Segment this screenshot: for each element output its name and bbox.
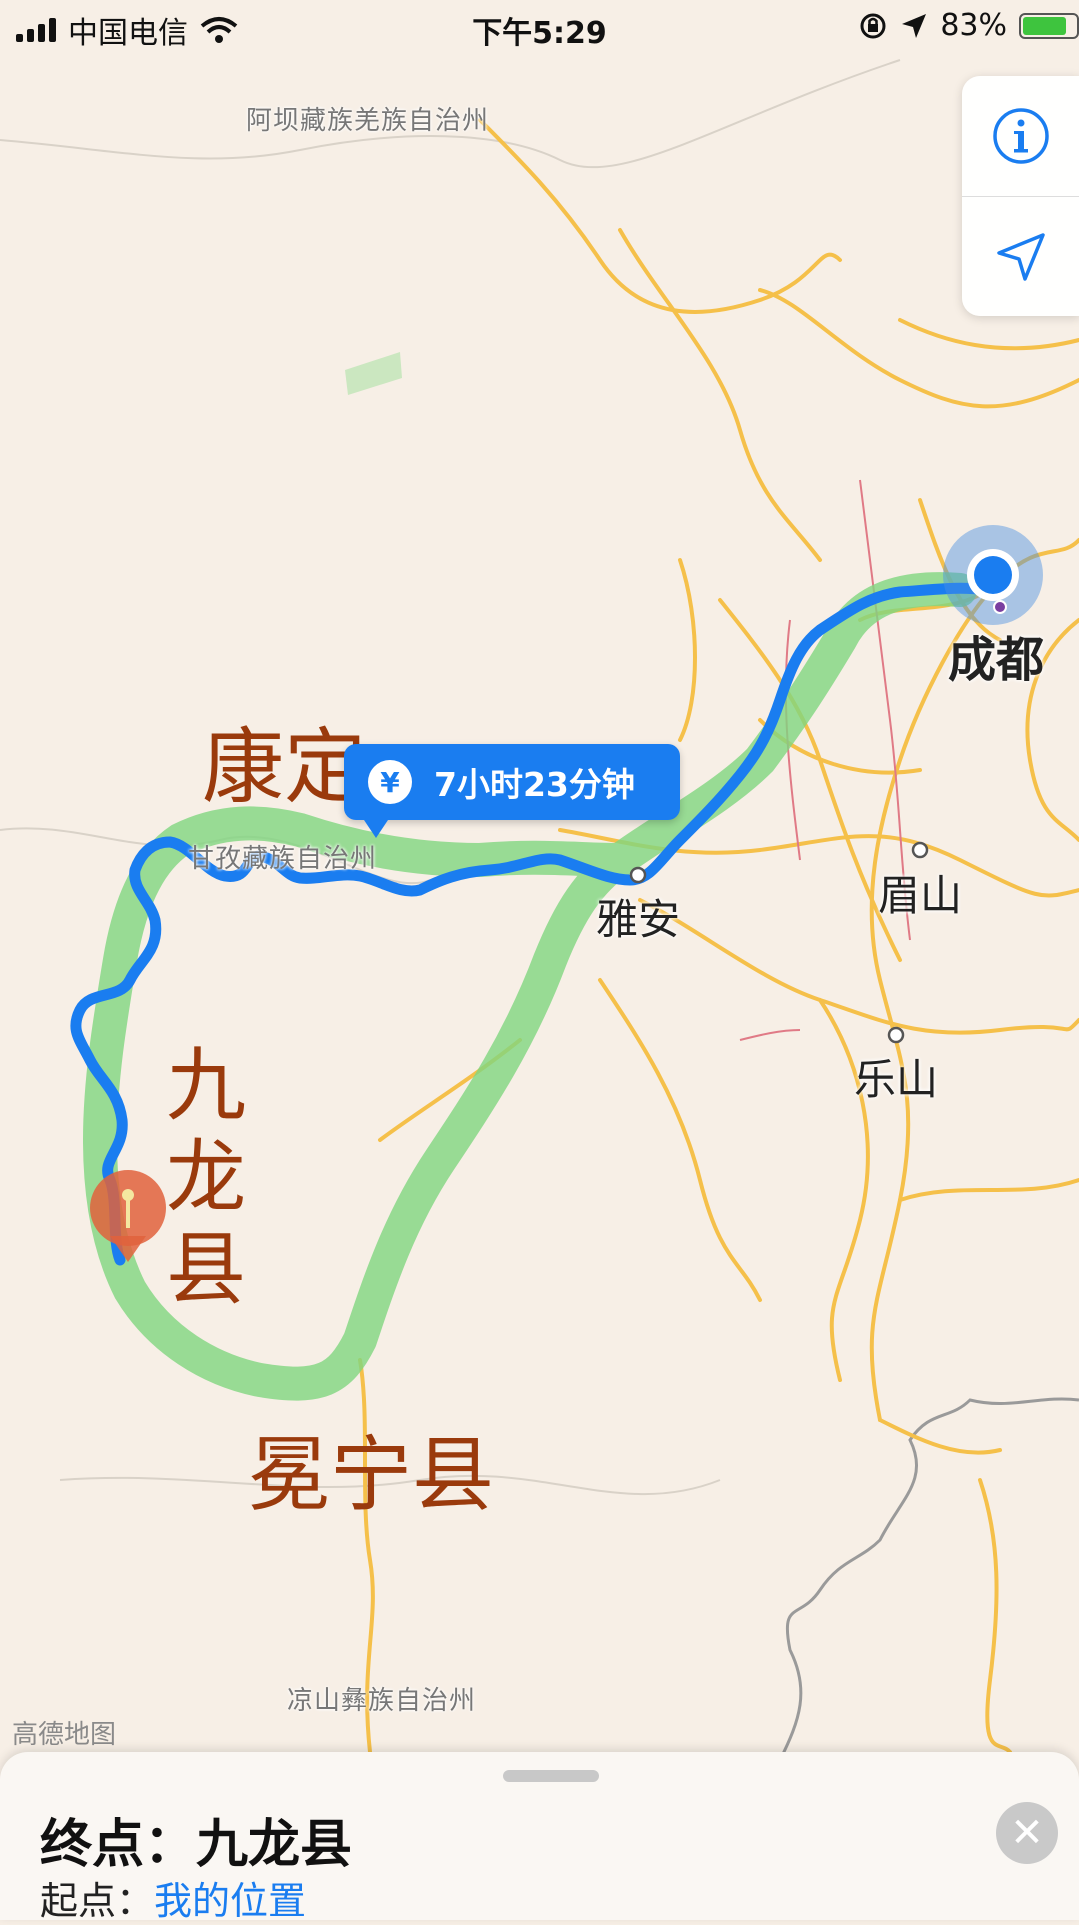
battery-percent: 83% (940, 8, 1007, 43)
close-button[interactable]: ✕ (996, 1802, 1058, 1864)
location-arrow-icon (997, 233, 1045, 281)
route-time-label: 7小时23分钟 (434, 765, 635, 804)
city-label-leshan[interactable]: 乐山 (854, 1046, 938, 1107)
origin-label: 起点： (40, 1879, 155, 1923)
sheet-grabber[interactable] (503, 1770, 599, 1782)
map-canvas[interactable] (0, 0, 1079, 1920)
annotation-kangding: 康定 (202, 720, 367, 815)
city-label-meishan[interactable]: 眉山 (878, 862, 962, 923)
battery-icon (1019, 12, 1079, 39)
origin-value[interactable]: 我的位置 (154, 1879, 306, 1923)
status-right: 83% (858, 8, 1079, 43)
city-label-chengdu[interactable]: 成都 (948, 620, 1044, 690)
yen-icon: ¥ (368, 760, 412, 804)
origin-row: 起点：我的位置 (40, 1870, 306, 1925)
destination-value: 九龙县 (196, 1815, 353, 1875)
route-bottom-sheet[interactable]: 终点：九龙县 起点：我的位置 ✕ (0, 1752, 1079, 1923)
map-watermark: 高德地图 (12, 1720, 117, 1750)
annotation-jiulong: 九龙县 (166, 1039, 246, 1316)
close-icon: ✕ (1010, 1810, 1044, 1856)
location-arrow-icon (902, 13, 927, 38)
battery-fill (1023, 16, 1067, 35)
orientation-lock-icon (860, 13, 886, 38)
city-label-yaan[interactable]: 雅安 (596, 886, 680, 947)
locate-button[interactable] (962, 197, 1079, 317)
status-bar: 中国电信 下午5:29 83% (0, 0, 1079, 56)
region-label-aba: 阿坝藏族羌族自治州 (246, 106, 490, 136)
destination-row: 终点：九龙县 (40, 1802, 352, 1877)
route-time-bubble[interactable]: ¥ 7小时23分钟 (344, 744, 680, 838)
annotation-mianning: 冕宁县 (248, 1428, 495, 1523)
destination-label: 终点： (40, 1815, 197, 1875)
info-icon (993, 108, 1049, 164)
region-label-liangshan: 凉山彝族自治州 (287, 1686, 477, 1716)
map-controls (962, 76, 1079, 316)
info-button[interactable] (962, 76, 1079, 196)
current-location-marker[interactable] (943, 525, 1043, 625)
region-label-ganzi: 甘孜藏族自治州 (188, 844, 378, 874)
